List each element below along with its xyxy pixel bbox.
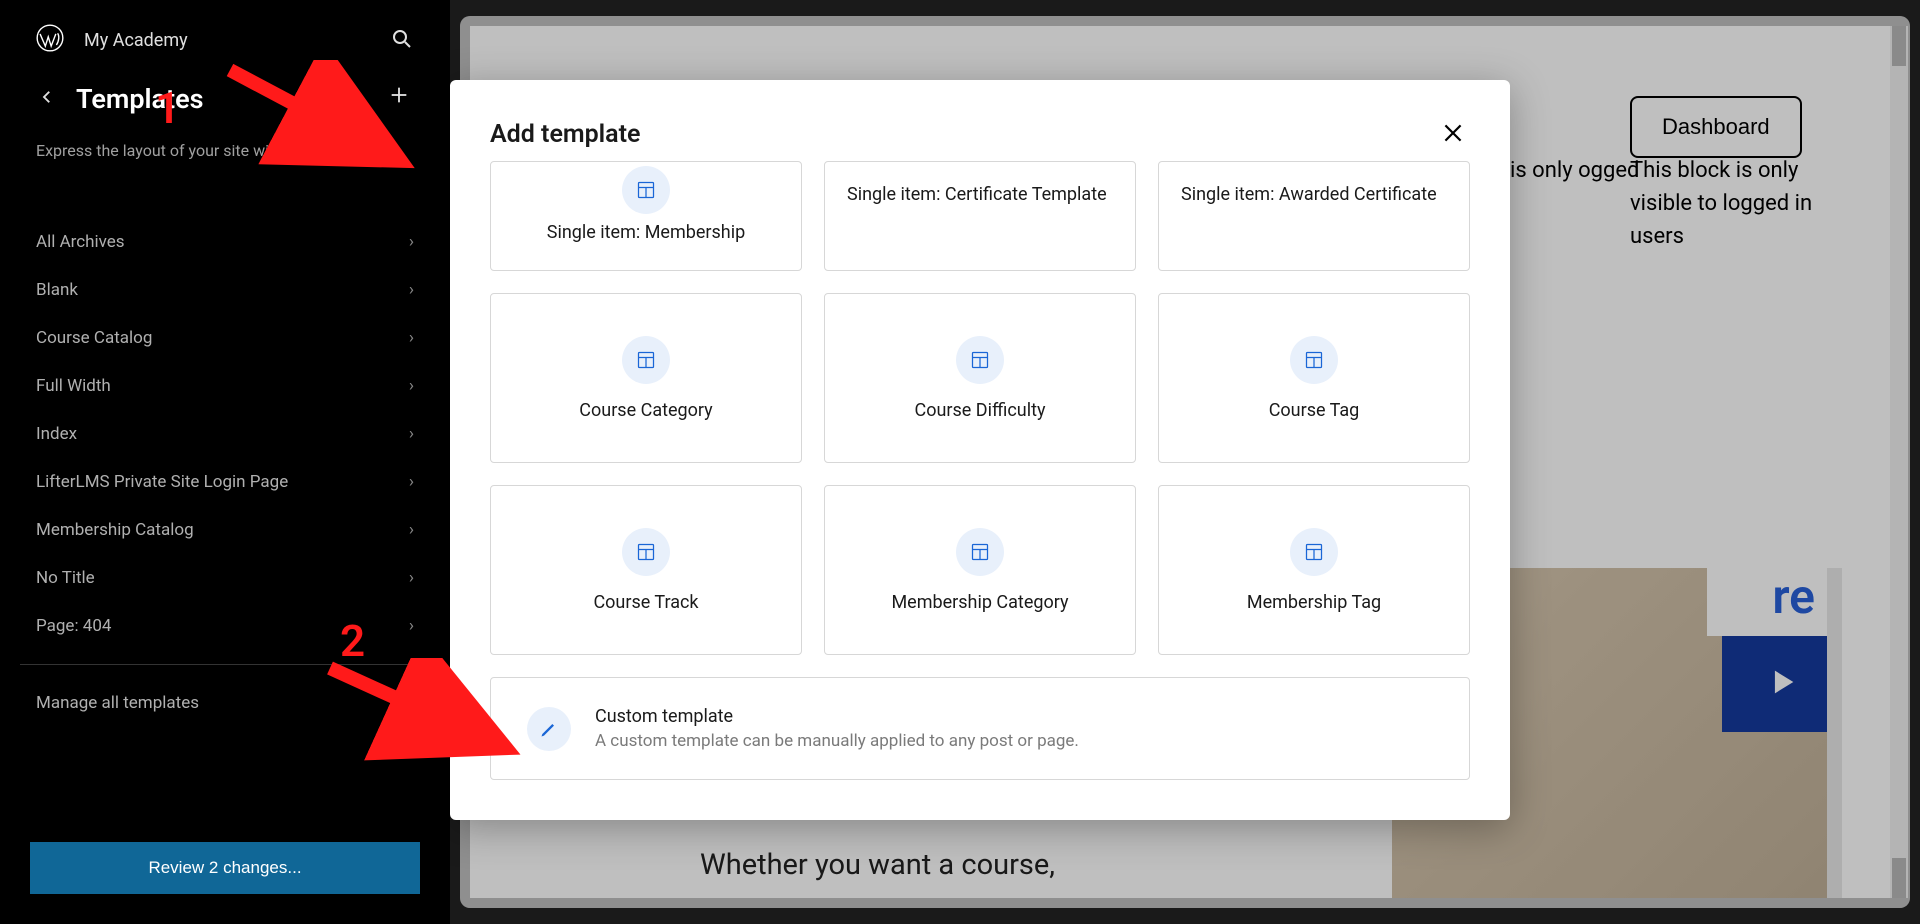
layout-icon (622, 336, 670, 384)
sidebar-item-label: Page: 404 (36, 616, 111, 636)
template-card-single-certificate-template[interactable]: Single item: Certificate Template (824, 161, 1136, 271)
sidebar: My Academy Templates (0, 0, 450, 924)
sidebar-item-label: Index (36, 424, 77, 444)
pencil-icon (527, 707, 571, 751)
sidebar-item-blank[interactable]: Blank › (20, 266, 430, 314)
sidebar-item-manage-all[interactable]: Manage all templates › (20, 679, 430, 727)
sidebar-item-index[interactable]: Index › (20, 410, 430, 458)
layout-icon (622, 528, 670, 576)
layout-icon (956, 336, 1004, 384)
sidebar-item-label: Full Width (36, 376, 111, 396)
chevron-right-icon: › (409, 232, 414, 252)
wordpress-logo-icon[interactable] (36, 24, 64, 56)
card-label: Course Category (579, 400, 712, 421)
card-label: Single item: Awarded Certificate (1181, 184, 1437, 205)
back-button[interactable] (36, 86, 58, 111)
template-card-custom[interactable]: Custom template A custom template can be… (490, 677, 1470, 780)
template-card-membership-tag[interactable]: Membership Tag (1158, 485, 1470, 655)
layout-icon (622, 166, 670, 214)
sidebar-item-course-catalog[interactable]: Course Catalog › (20, 314, 430, 362)
sidebar-item-label: Course Catalog (36, 328, 152, 348)
template-card-course-category[interactable]: Course Category (490, 293, 802, 463)
chevron-right-icon: › (409, 424, 414, 444)
nav-header: Templates (36, 80, 414, 117)
card-label: Membership Category (891, 592, 1068, 613)
template-card-course-track[interactable]: Course Track (490, 485, 802, 655)
sidebar-item-label: Membership Catalog (36, 520, 194, 540)
card-label: Single item: Certificate Template (847, 184, 1107, 205)
review-changes-button[interactable]: Review 2 changes... (30, 842, 420, 894)
chevron-right-icon: › (409, 568, 414, 588)
card-label: Course Track (593, 592, 698, 613)
add-template-modal: Add template Single item: Membership Sin… (450, 80, 1510, 820)
card-label: Course Difficulty (915, 400, 1046, 421)
chevron-right-icon: › (409, 280, 414, 300)
page-title: Templates (76, 83, 204, 115)
chevron-right-icon: › (409, 328, 414, 348)
search-icon (390, 39, 414, 54)
layout-icon (1290, 336, 1338, 384)
chevron-right-icon: › (409, 520, 414, 540)
add-template-button[interactable] (384, 80, 414, 117)
card-label: Membership Tag (1247, 592, 1381, 613)
sidebar-item-label: LifterLMS Private Site Login Page (36, 472, 288, 492)
chevron-right-icon: › (409, 376, 414, 396)
card-label: Course Tag (1269, 400, 1360, 421)
sidebar-top: My Academy (0, 0, 450, 80)
card-label: Single item: Membership (547, 222, 745, 243)
sidebar-item-login-page[interactable]: LifterLMS Private Site Login Page › (20, 458, 430, 506)
separator (20, 664, 430, 665)
sidebar-item-label: No Title (36, 568, 95, 588)
template-list: All Archives › Blank › Course Catalog › Ful… (0, 218, 450, 818)
plus-icon (388, 85, 410, 112)
close-button[interactable] (1436, 116, 1470, 153)
chevron-right-icon: › (409, 693, 414, 713)
page-description: Express the layout of your site with tem… (36, 141, 414, 164)
template-card-single-membership[interactable]: Single item: Membership (490, 161, 802, 271)
layout-icon (1290, 528, 1338, 576)
layout-icon (956, 528, 1004, 576)
site-title[interactable]: My Academy (84, 30, 188, 51)
template-card-single-awarded-certificate[interactable]: Single item: Awarded Certificate (1158, 161, 1470, 271)
sidebar-item-label: All Archives (36, 232, 125, 252)
sidebar-item-no-title[interactable]: No Title › (20, 554, 430, 602)
search-button[interactable] (390, 27, 414, 54)
close-icon (1440, 134, 1466, 149)
template-card-course-tag[interactable]: Course Tag (1158, 293, 1470, 463)
template-card-course-difficulty[interactable]: Course Difficulty (824, 293, 1136, 463)
sidebar-item-label: Blank (36, 280, 78, 300)
template-card-membership-category[interactable]: Membership Category (824, 485, 1136, 655)
custom-template-title: Custom template (595, 706, 1079, 727)
chevron-right-icon: › (409, 472, 414, 492)
sidebar-item-label: Manage all templates (36, 693, 199, 713)
sidebar-item-full-width[interactable]: Full Width › (20, 362, 430, 410)
chevron-left-icon (38, 94, 56, 109)
chevron-right-icon: › (409, 616, 414, 636)
custom-template-description: A custom template can be manually applie… (595, 731, 1079, 751)
sidebar-item-page-404[interactable]: Page: 404 › (20, 602, 430, 650)
modal-title: Add template (490, 120, 640, 149)
sidebar-item-all-archives[interactable]: All Archives › (20, 218, 430, 266)
sidebar-item-membership-catalog[interactable]: Membership Catalog › (20, 506, 430, 554)
